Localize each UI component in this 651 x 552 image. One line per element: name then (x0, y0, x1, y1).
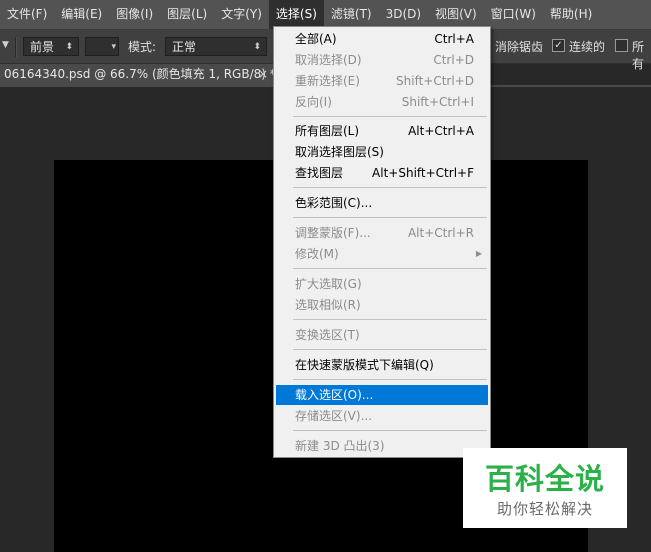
menu-item-load-selection[interactable]: 载入选区(O)... (276, 385, 488, 405)
mode-value: 正常 (172, 40, 197, 54)
menu-item-save-selection[interactable]: 存储选区(V)... (276, 406, 488, 426)
contiguous-checkbox[interactable]: ✓ (552, 39, 565, 52)
watermark-subtitle: 助你轻松解决 (496, 500, 593, 518)
menu-layer[interactable]: 图层(L) (160, 0, 214, 29)
menu-divider (293, 430, 487, 431)
menu-item-reselect[interactable]: 重新选择(E) Shift+Ctrl+D (276, 71, 488, 91)
watermark-title: 百科全说 (484, 462, 605, 496)
menu-item-grow[interactable]: 扩大选取(G) (276, 274, 488, 294)
fill-source-select[interactable]: 前景 ⬍ (23, 37, 79, 56)
all-layers-label[interactable]: 所有 (632, 38, 651, 72)
menu-item-find-layers[interactable]: 查找图层 Alt+Shift+Ctrl+F (276, 163, 488, 183)
updown-icon: ⬍ (253, 42, 261, 52)
close-icon[interactable]: × (258, 64, 268, 85)
watermark-logo: 百科全说 助你轻松解决 (463, 448, 627, 528)
menu-image[interactable]: 图像(I) (109, 0, 160, 29)
menu-item-all-layers[interactable]: 所有图层(L) Alt+Ctrl+A (276, 121, 488, 141)
tool-preset-chevron-icon[interactable]: ▼ (2, 40, 9, 50)
updown-icon: ⬍ (65, 42, 73, 52)
menu-divider (293, 268, 487, 269)
mode-select[interactable]: 正常 ⬍ (165, 37, 267, 56)
menu-item-color-range[interactable]: 色彩范围(C)... (276, 193, 488, 213)
chevron-down-icon: ▾ (111, 42, 116, 52)
submenu-arrow-icon: ▶ (475, 249, 482, 258)
menu-filter[interactable]: 滤镜(T) (324, 0, 379, 29)
menu-item-all[interactable]: 全部(A) Ctrl+A (276, 29, 488, 49)
menu-3d[interactable]: 3D(D) (379, 0, 428, 29)
menu-item-inverse[interactable]: 反向(I) Shift+Ctrl+I (276, 92, 488, 112)
menu-item-new-3d-extrusion[interactable]: 新建 3D 凸出(3) (276, 436, 488, 456)
menu-type[interactable]: 文字(Y) (214, 0, 269, 29)
all-layers-checkbox[interactable] (615, 39, 628, 52)
options-divider (15, 37, 17, 57)
menu-file[interactable]: 文件(F) (0, 0, 54, 29)
mode-label: 模式: (128, 40, 157, 54)
menu-item-deselect[interactable]: 取消选择(D) Ctrl+D (276, 50, 488, 70)
document-title: 06164340.psd @ 66.7% (颜色填充 1, RGB/8) * (4, 67, 275, 81)
menu-item-deselect-layers[interactable]: 取消选择图层(S) (276, 142, 488, 162)
menu-help[interactable]: 帮助(H) (543, 0, 599, 29)
menu-item-transform-selection[interactable]: 变换选区(T) (276, 325, 488, 345)
fill-source-value: 前景 (30, 40, 55, 54)
menu-window[interactable]: 窗口(W) (484, 0, 543, 29)
select-menu-dropdown: 全部(A) Ctrl+A 取消选择(D) Ctrl+D 重新选择(E) Shif… (273, 26, 491, 458)
document-tab[interactable]: 06164340.psd @ 66.7% (颜色填充 1, RGB/8) * × (0, 64, 275, 85)
menu-edit[interactable]: 编辑(E) (54, 0, 109, 29)
menu-divider (293, 116, 487, 117)
menu-item-modify[interactable]: 修改(M) ▶ (276, 244, 488, 264)
menu-item-quick-mask[interactable]: 在快速蒙版模式下编辑(Q) (276, 355, 488, 375)
pattern-picker[interactable]: ▾ (85, 37, 119, 56)
menu-divider (293, 319, 487, 320)
menu-item-refine-mask[interactable]: 调整蒙版(F)... Alt+Ctrl+R (276, 223, 488, 243)
menu-divider (293, 217, 487, 218)
menu-divider (293, 379, 487, 380)
contiguous-label[interactable]: 连续的 (569, 38, 605, 55)
menu-divider (293, 187, 487, 188)
antialias-label[interactable]: 消除锯齿 (495, 38, 543, 55)
menu-divider (293, 349, 487, 350)
menu-select[interactable]: 选择(S) (268, 0, 324, 29)
menu-view[interactable]: 视图(V) (428, 0, 484, 29)
menu-item-similar[interactable]: 选取相似(R) (276, 295, 488, 315)
